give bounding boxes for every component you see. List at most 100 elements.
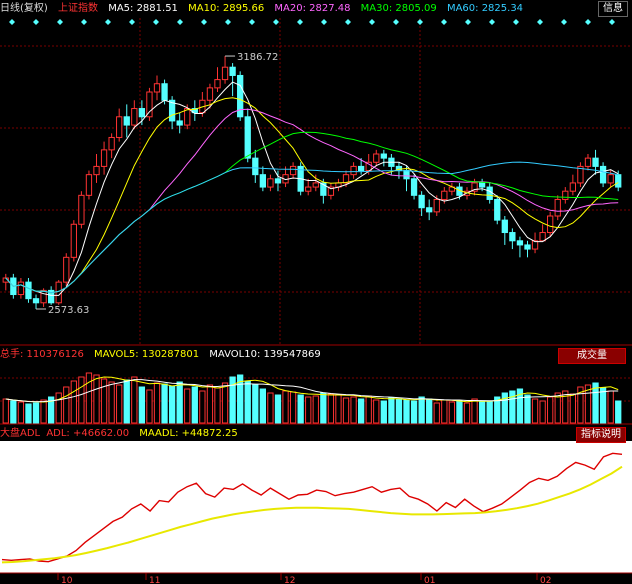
volume-bar: [40, 399, 47, 424]
candle: [509, 232, 516, 242]
candle: [259, 174, 266, 188]
volume-bar: [380, 400, 387, 424]
volume-bar: [123, 379, 130, 424]
candle: [221, 66, 229, 81]
volume-bar: [569, 393, 577, 424]
volume-bar: [184, 388, 191, 424]
x-axis-label: 11: [149, 576, 160, 584]
candle: [161, 83, 168, 101]
candle: [244, 116, 251, 159]
volume-bar: [358, 398, 365, 424]
volume-bar: [539, 400, 546, 424]
volume-bar: [615, 400, 622, 424]
indicator-help-button[interactable]: 指标说明: [576, 427, 626, 443]
volume-bar: [335, 394, 342, 424]
volume-bar: [524, 394, 531, 424]
volume-bar: [70, 380, 77, 424]
volume-bar: [63, 386, 70, 424]
candle: [116, 116, 123, 138]
candle: [350, 165, 357, 176]
mavol10-label: MAVOL10: 139547869: [209, 349, 321, 360]
x-axis-label: 02: [540, 576, 551, 584]
x-axis-label: 01: [424, 576, 435, 584]
volume-bar: [85, 372, 93, 424]
volume-bar: [297, 394, 304, 424]
candle: [146, 91, 153, 118]
candle: [486, 186, 493, 200]
volume-bar: [320, 392, 327, 424]
volume-bar: [395, 398, 403, 424]
candle: [516, 240, 524, 246]
volume-bar: [441, 399, 448, 424]
volume-bar: [365, 395, 372, 424]
volume-bar: [388, 397, 395, 424]
chart-canvas[interactable]: 3186.72 2573.63 10 11 12 01 02: [0, 0, 632, 584]
volume-bar: [547, 396, 554, 424]
candle: [592, 157, 599, 167]
volume-bar: [214, 387, 221, 424]
candle: [478, 182, 486, 188]
volume-bar: [138, 386, 146, 424]
candle: [40, 289, 47, 304]
volume-bar: [108, 381, 115, 424]
ma10-label: MA10: 2895.66: [188, 3, 265, 14]
ma30-label: MA30: 2805.09: [360, 3, 437, 14]
volume-bar: [433, 402, 440, 424]
info-button[interactable]: 信息: [598, 1, 628, 17]
candle: [267, 178, 274, 188]
candle: [63, 256, 70, 283]
volume-bar: [305, 396, 312, 424]
candle: [410, 178, 418, 196]
volume-bar: [282, 390, 289, 424]
volume-bar: [478, 400, 486, 424]
candle: [229, 66, 236, 76]
volume-total: 总手: 110376126: [0, 349, 84, 360]
candle: [25, 281, 32, 300]
candle: [78, 194, 85, 225]
candle: [358, 165, 365, 172]
candle: [547, 215, 554, 234]
volume-bar: [267, 392, 274, 424]
candle: [501, 219, 508, 234]
volume-bar: [146, 389, 153, 424]
volume-bar: [153, 382, 161, 424]
candle: [403, 170, 410, 180]
candle: [32, 298, 40, 304]
volume-bar: [32, 402, 40, 424]
candle: [176, 120, 183, 126]
volume-bar: [206, 384, 214, 424]
volume-bar: [116, 384, 123, 424]
candle: [312, 182, 319, 188]
candle: [433, 198, 440, 213]
stock-chart-window: 3186.72 2573.63 10 11 12 01 02 日线(复权) 上证指数 MA5…: [0, 0, 632, 584]
volume-bar: [199, 390, 206, 424]
candle: [380, 153, 387, 159]
candle: [305, 186, 312, 192]
adl-header: 大盘ADL ADL: +46662.00 MAADL: +44872.25: [0, 426, 245, 442]
candle: [93, 165, 100, 176]
volume-bar: [554, 392, 561, 424]
volume-bar: [259, 388, 266, 424]
index-name: 上证指数: [58, 3, 98, 14]
volume-bar: [274, 394, 282, 424]
ma60-label: MA60: 2825.34: [446, 3, 524, 14]
adl-value: ADL: +46662.00: [46, 428, 130, 439]
candle: [214, 79, 221, 89]
volume-bar: [486, 401, 493, 424]
volume-bar: [599, 387, 607, 424]
candle: [108, 136, 115, 151]
candle: [373, 153, 380, 163]
candle: [289, 165, 297, 176]
volume-bar: [471, 398, 478, 424]
candle: [153, 83, 161, 93]
candle: [131, 108, 138, 126]
volume-bar: [373, 399, 380, 424]
candle: [494, 198, 501, 221]
candle: [584, 157, 592, 167]
volume-button[interactable]: 成交量: [558, 348, 626, 364]
low-annotation: 2573.63: [48, 305, 89, 316]
volume-bar: [607, 390, 614, 424]
volume-bar: [55, 392, 62, 424]
candle: [123, 116, 130, 126]
candle: [418, 194, 425, 209]
